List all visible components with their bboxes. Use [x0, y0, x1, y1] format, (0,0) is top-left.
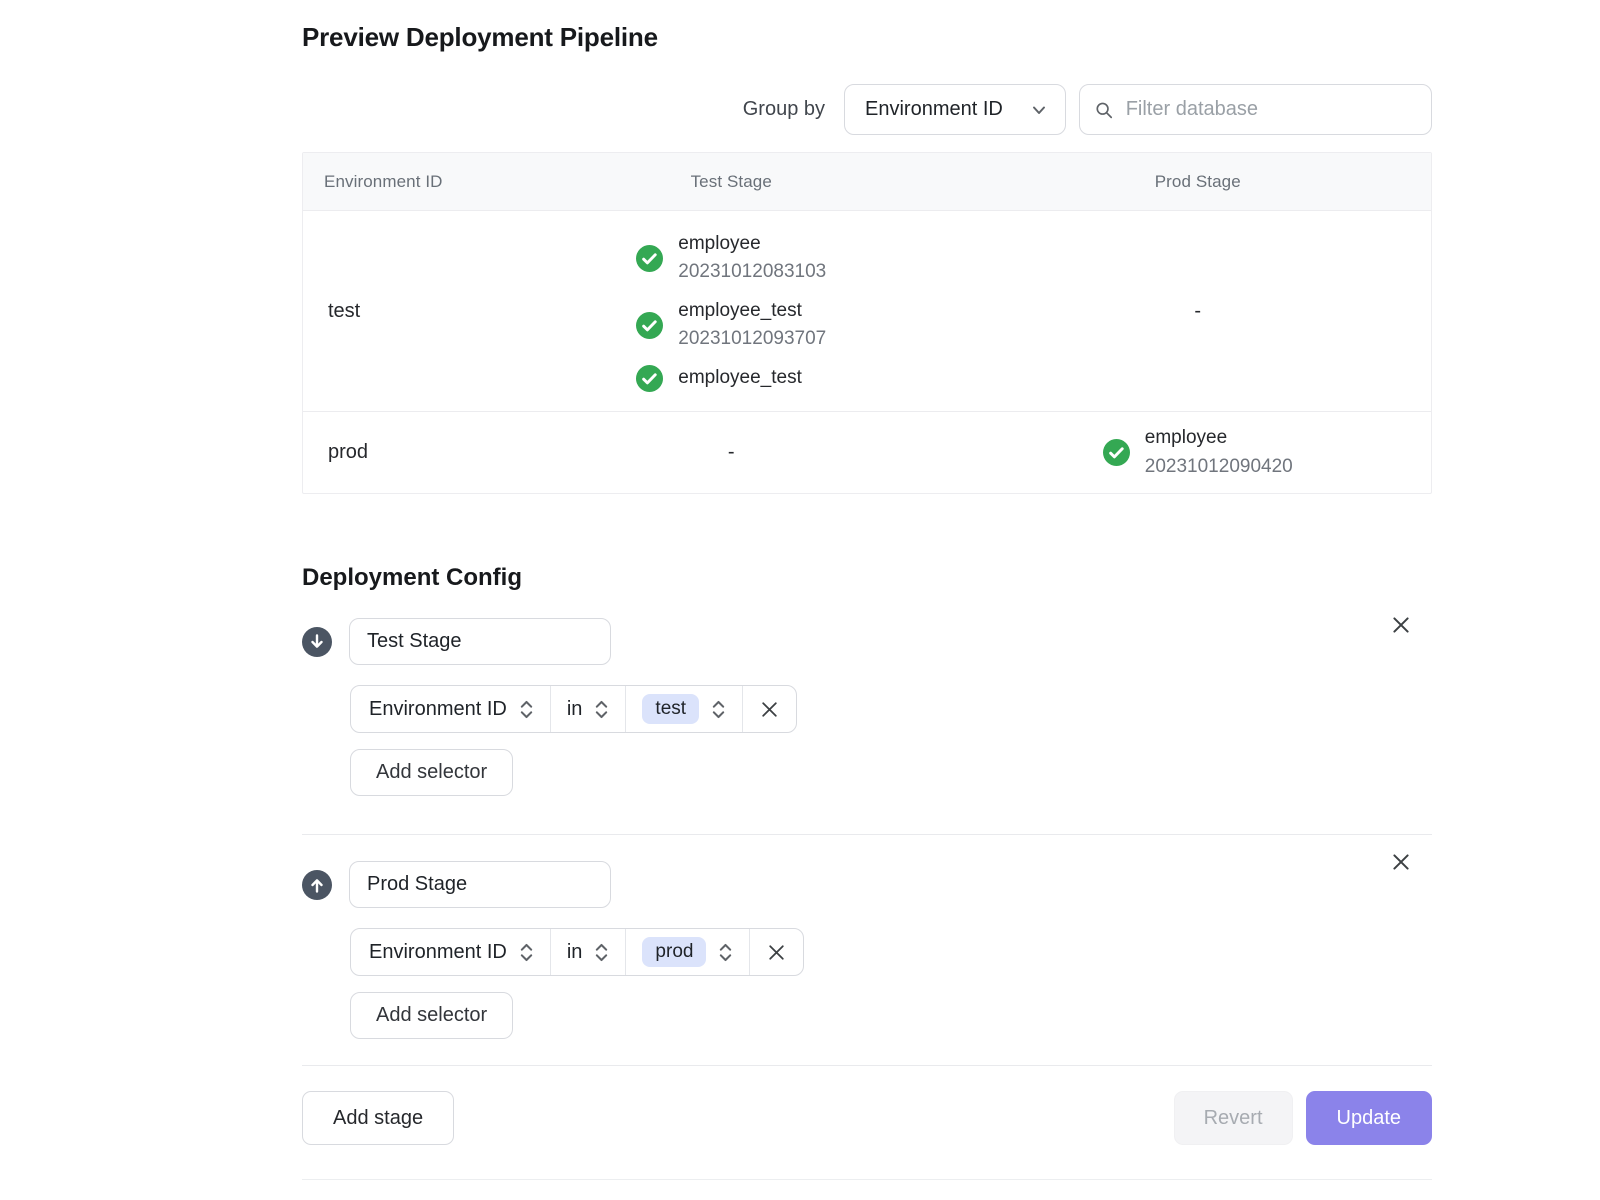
selector-row: Environment ID in test — [350, 685, 797, 733]
selector-key-label: Environment ID — [369, 941, 507, 964]
close-icon — [1390, 614, 1412, 636]
arrow-up-circle-icon — [302, 870, 332, 900]
column-header-test-stage: Test Stage — [498, 172, 965, 192]
filter-database-box — [1079, 84, 1432, 135]
bottom-divider — [302, 1179, 1432, 1180]
selector-key-select[interactable]: Environment ID — [351, 929, 550, 975]
chevron-updown-icon — [594, 942, 609, 963]
check-circle-icon — [636, 365, 663, 392]
database-item: employee_test — [636, 364, 802, 393]
table-row: prod - employee 20231012090420 — [303, 411, 1431, 493]
prod-stage-empty: - — [965, 300, 1432, 323]
chevron-updown-icon — [711, 699, 726, 720]
add-selector-button[interactable]: Add selector — [350, 992, 513, 1039]
selector-value-badge: prod — [642, 937, 706, 967]
pipeline-toolbar: Group by Environment ID — [302, 83, 1432, 136]
revert-button[interactable]: Revert — [1174, 1091, 1293, 1145]
check-circle-icon — [636, 245, 663, 272]
stage-config-test: Environment ID in test Add selector — [302, 618, 1432, 796]
selector-operator-select[interactable]: in — [550, 686, 626, 732]
environment-name: test — [303, 300, 498, 323]
section-divider — [302, 1065, 1432, 1066]
remove-stage-button[interactable] — [1386, 847, 1416, 877]
chevron-updown-icon — [594, 699, 609, 720]
arrow-down-circle-icon — [302, 627, 332, 657]
database-version: 20231012090420 — [1145, 453, 1293, 482]
table-row: test employee 20231012083103 employee_te… — [303, 211, 1431, 411]
column-header-prod-stage: Prod Stage — [965, 172, 1432, 192]
pipeline-table: Environment ID Test Stage Prod Stage tes… — [302, 152, 1432, 494]
close-icon — [766, 942, 787, 963]
selector-value-select[interactable]: test — [625, 686, 742, 732]
remove-selector-button[interactable] — [749, 929, 803, 975]
selector-operator-label: in — [567, 698, 583, 721]
remove-stage-button[interactable] — [1386, 610, 1416, 640]
update-button[interactable]: Update — [1306, 1091, 1433, 1145]
database-name: employee_test — [678, 364, 802, 393]
remove-selector-button[interactable] — [742, 686, 796, 732]
database-name: employee — [1145, 424, 1293, 453]
database-version: 20231012093707 — [678, 325, 826, 354]
close-icon — [759, 699, 780, 720]
section-divider — [302, 834, 1432, 835]
chevron-updown-icon — [519, 699, 534, 720]
group-by-select[interactable]: Environment ID — [844, 84, 1066, 135]
database-name: employee_test — [678, 297, 826, 326]
selector-key-select[interactable]: Environment ID — [351, 686, 550, 732]
stage-name-input[interactable] — [349, 861, 611, 908]
column-header-environment: Environment ID — [303, 172, 498, 192]
check-circle-icon — [636, 312, 663, 339]
chevron-updown-icon — [519, 942, 534, 963]
filter-database-input[interactable] — [1124, 97, 1417, 122]
stage-name-input[interactable] — [349, 618, 611, 665]
database-version: 20231012083103 — [678, 258, 826, 287]
group-by-label: Group by — [743, 98, 825, 121]
environment-name: prod — [303, 441, 498, 464]
test-stage-empty: - — [498, 441, 965, 464]
database-name: employee — [678, 230, 826, 259]
database-item: employee 20231012083103 — [636, 230, 826, 287]
selector-operator-select[interactable]: in — [550, 929, 626, 975]
group-by-value: Environment ID — [865, 98, 1003, 121]
prod-stage-cell: employee 20231012090420 — [965, 424, 1432, 481]
footer-actions: Add stage Revert Update — [302, 1091, 1432, 1145]
check-circle-icon — [1103, 439, 1130, 466]
add-selector-button[interactable]: Add selector — [350, 749, 513, 796]
chevron-down-icon — [1029, 100, 1049, 120]
selector-operator-label: in — [567, 941, 583, 964]
main-panel: Preview Deployment Pipeline Group by Env… — [302, 0, 1432, 1180]
selector-value-select[interactable]: prod — [625, 929, 749, 975]
close-icon — [1390, 851, 1412, 873]
selector-value-badge: test — [642, 694, 699, 724]
add-stage-button[interactable]: Add stage — [302, 1091, 454, 1145]
stage-config-prod: Environment ID in prod Add selector — [302, 861, 1432, 1039]
selector-key-label: Environment ID — [369, 698, 507, 721]
database-item: employee_test 20231012093707 — [636, 297, 826, 354]
page-title: Preview Deployment Pipeline — [302, 22, 1432, 53]
test-stage-cell: employee 20231012083103 employee_test 20… — [498, 230, 965, 393]
database-item: employee 20231012090420 — [1103, 424, 1293, 481]
selector-row: Environment ID in prod — [350, 928, 804, 976]
search-icon — [1094, 99, 1114, 121]
deployment-config-title: Deployment Config — [302, 564, 1432, 592]
chevron-updown-icon — [718, 942, 733, 963]
table-header: Environment ID Test Stage Prod Stage — [303, 153, 1431, 211]
